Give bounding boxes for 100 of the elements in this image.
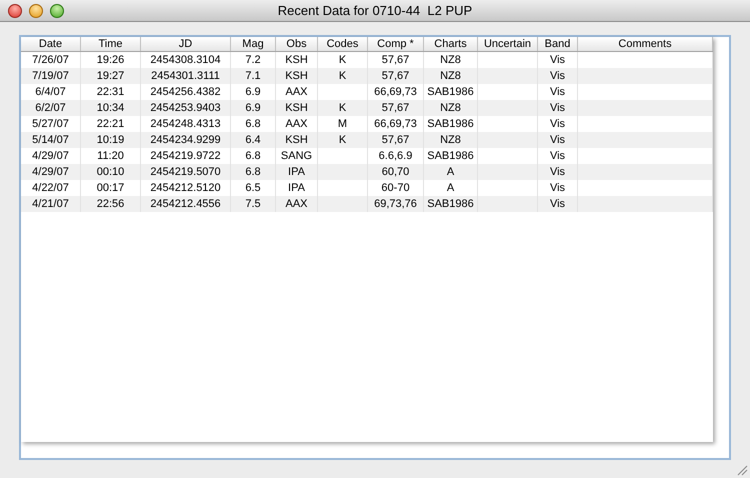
table-cell: K	[338, 102, 346, 114]
table-cell: KSH	[285, 134, 308, 146]
table-cell: Vis	[550, 54, 566, 66]
table-cell: 19:26	[96, 54, 124, 66]
table-cell: SANG	[280, 150, 312, 162]
table-cell: 22:31	[96, 86, 124, 98]
table-cell: KSH	[285, 70, 308, 82]
column-header[interactable]: Uncertain	[478, 37, 538, 51]
table-cell: 4/21/07	[32, 198, 69, 210]
table-cell: 7.2	[245, 54, 261, 66]
table-cell: 6.8	[245, 166, 261, 178]
table-cell: 4/22/07	[32, 182, 69, 194]
table-cell: AAX	[285, 86, 308, 98]
column-header[interactable]: Mag	[231, 37, 276, 51]
table-cell: 2454256.4382	[150, 86, 221, 98]
column-header[interactable]: JD	[141, 37, 231, 51]
table-cell: IPA	[288, 166, 305, 178]
table-cell: 57,67	[382, 134, 410, 146]
table-cell: AAX	[285, 198, 308, 210]
table-cell: 6/4/07	[35, 86, 66, 98]
table-cell: 66,69,73	[374, 86, 417, 98]
table-cell: 00:17	[96, 182, 124, 194]
table-cell: 7.1	[245, 70, 261, 82]
table-cell: 22:21	[96, 118, 124, 130]
table-cell: SAB1986	[427, 198, 474, 210]
column-header[interactable]: Date	[21, 37, 81, 51]
column-header[interactable]: Obs	[276, 37, 318, 51]
column-header[interactable]: Codes	[318, 37, 368, 51]
table-cell: 6.9	[245, 102, 261, 114]
table-cell: 2454212.4556	[150, 198, 221, 210]
table-cell: 10:19	[96, 134, 124, 146]
table-cell: Vis	[550, 118, 566, 130]
column-header[interactable]: Charts	[424, 37, 478, 51]
table-cell: SAB1986	[427, 150, 474, 162]
table-cell: 57,67	[382, 102, 410, 114]
table-cell: 11:20	[97, 150, 124, 162]
table-cell: 2454212.5120	[150, 182, 221, 194]
table-cell: Vis	[550, 198, 566, 210]
table-cell: K	[338, 70, 346, 82]
table-cell: SAB1986	[427, 86, 474, 98]
table-cell: Vis	[550, 150, 566, 162]
table-cell: M	[338, 118, 348, 130]
table-cell: 5/14/07	[32, 134, 69, 146]
column-header[interactable]: Band	[538, 37, 578, 51]
minimize-button[interactable]	[29, 4, 43, 18]
table-cell: 2454253.9403	[150, 102, 221, 114]
column-header[interactable]: Comments	[578, 37, 713, 51]
column-header[interactable]: Time	[81, 37, 141, 51]
resize-grip-icon[interactable]	[736, 464, 748, 476]
table-cell: 4/29/07	[32, 166, 69, 178]
table-cell: Vis	[550, 166, 566, 178]
table-cell: 6.8	[245, 150, 261, 162]
close-button[interactable]	[8, 4, 22, 18]
table-cell: 00:10	[96, 166, 124, 178]
table-cell: Vis	[550, 102, 566, 114]
table-cell: 57,67	[382, 54, 410, 66]
table-cell: NZ8	[440, 70, 461, 82]
table-cell: 7/26/07	[32, 54, 69, 66]
table-cell: KSH	[285, 54, 308, 66]
table-cell: 2454308.3104	[150, 54, 221, 66]
table-cell: NZ8	[440, 102, 461, 114]
table-cell: Vis	[550, 86, 566, 98]
zoom-button[interactable]	[50, 4, 64, 18]
table-cell: 6.9	[245, 86, 261, 98]
table-cell: A	[446, 182, 454, 194]
table-cell: 19:27	[96, 70, 124, 82]
table-cell: 6.4	[245, 134, 261, 146]
table-cell: 7.5	[245, 198, 261, 210]
table-cell: 2454248.4313	[150, 118, 221, 130]
table-cell: 2454219.5070	[150, 166, 221, 178]
table-cell: 7/19/07	[32, 70, 69, 82]
table-cell: Vis	[550, 134, 566, 146]
table-cell: 6.8	[245, 118, 261, 130]
table-cell: SAB1986	[427, 118, 474, 130]
table-cell: 60-70	[381, 182, 410, 194]
table-cell: K	[338, 134, 346, 146]
table-cell: 22:56	[96, 198, 124, 210]
table-cell: 4/29/07	[32, 150, 69, 162]
table-cell: K	[338, 54, 346, 66]
table-cell: 57,67	[382, 70, 410, 82]
table-cell: Vis	[550, 70, 566, 82]
table-cell: A	[446, 166, 454, 178]
table-cell: 6.6,6.9	[378, 150, 412, 162]
table-cell: 5/27/07	[32, 118, 69, 130]
table-cell: 2454301.3111	[151, 70, 220, 82]
column-header[interactable]: Comp *	[368, 37, 424, 51]
table-cell: AAX	[285, 118, 308, 130]
table-cell: NZ8	[440, 54, 461, 66]
window-title: Recent Data for 0710-44 L2 PUP	[278, 2, 472, 20]
table-cell: 2454219.9722	[150, 150, 221, 162]
table-cell: 6/2/07	[35, 102, 66, 114]
table-cell: 69,73,76	[374, 198, 417, 210]
table-cell: 66,69,73	[374, 118, 417, 130]
table-cell: IPA	[288, 182, 305, 194]
table-cell: Vis	[550, 182, 566, 194]
table-cell: NZ8	[440, 134, 461, 146]
table-cell: 2454234.9299	[150, 134, 221, 146]
table-cell: KSH	[285, 102, 308, 114]
table-cell: 60,70	[382, 166, 410, 178]
table-cell: 6.5	[245, 182, 261, 194]
